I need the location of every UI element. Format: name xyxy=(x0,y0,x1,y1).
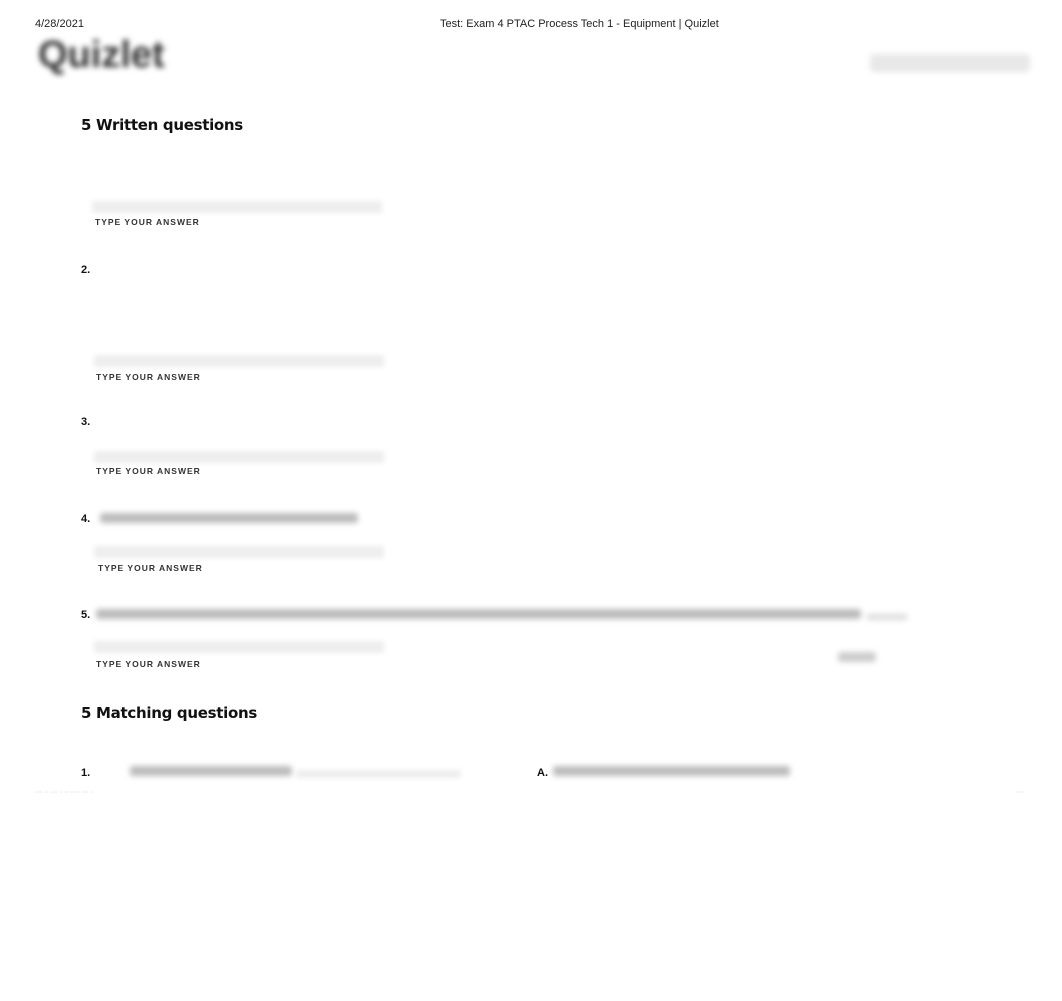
question-number-3: 3. xyxy=(81,416,91,428)
question-number-4: 4. xyxy=(81,513,91,525)
question-number-2: 2. xyxy=(81,264,91,276)
dont-know-button[interactable] xyxy=(838,652,876,662)
page-title: Test: Exam 4 PTAC Process Tech 1 - Equip… xyxy=(440,18,719,30)
quizlet-logo: Quizlet xyxy=(38,34,165,76)
written-section-title: 5 Written questions xyxy=(81,116,243,134)
print-date: 4/28/2021 xyxy=(35,18,84,30)
question-text-5 xyxy=(96,609,861,619)
matching-answer-field-1[interactable] xyxy=(296,770,461,778)
answer-label-3: TYPE YOUR ANSWER xyxy=(96,466,201,476)
answer-field-5[interactable] xyxy=(94,641,384,653)
question-text-5-end xyxy=(866,614,908,620)
matching-section-title: 5 Matching questions xyxy=(81,704,257,722)
answer-field-4[interactable] xyxy=(94,546,384,558)
answer-label-4: TYPE YOUR ANSWER xyxy=(98,563,203,573)
footer-page: ··· xyxy=(1016,789,1023,796)
answer-label-2: TYPE YOUR ANSWER xyxy=(96,372,201,382)
answer-field-1[interactable] xyxy=(92,201,382,213)
question-text-4 xyxy=(100,513,358,523)
footer-url: ··· ·· ··· · ·· ···· ··· · xyxy=(35,789,93,796)
answer-label-5: TYPE YOUR ANSWER xyxy=(96,659,201,669)
search-input[interactable] xyxy=(870,54,1030,72)
question-number-5: 5. xyxy=(81,609,91,621)
matching-letter-a: A. xyxy=(537,767,548,779)
answer-label-1: TYPE YOUR ANSWER xyxy=(95,217,200,227)
answer-field-2[interactable] xyxy=(94,355,384,367)
matching-term-1 xyxy=(130,766,292,776)
matching-number-1: 1. xyxy=(81,767,91,779)
answer-field-3[interactable] xyxy=(94,451,384,463)
matching-definition-a xyxy=(553,766,790,776)
